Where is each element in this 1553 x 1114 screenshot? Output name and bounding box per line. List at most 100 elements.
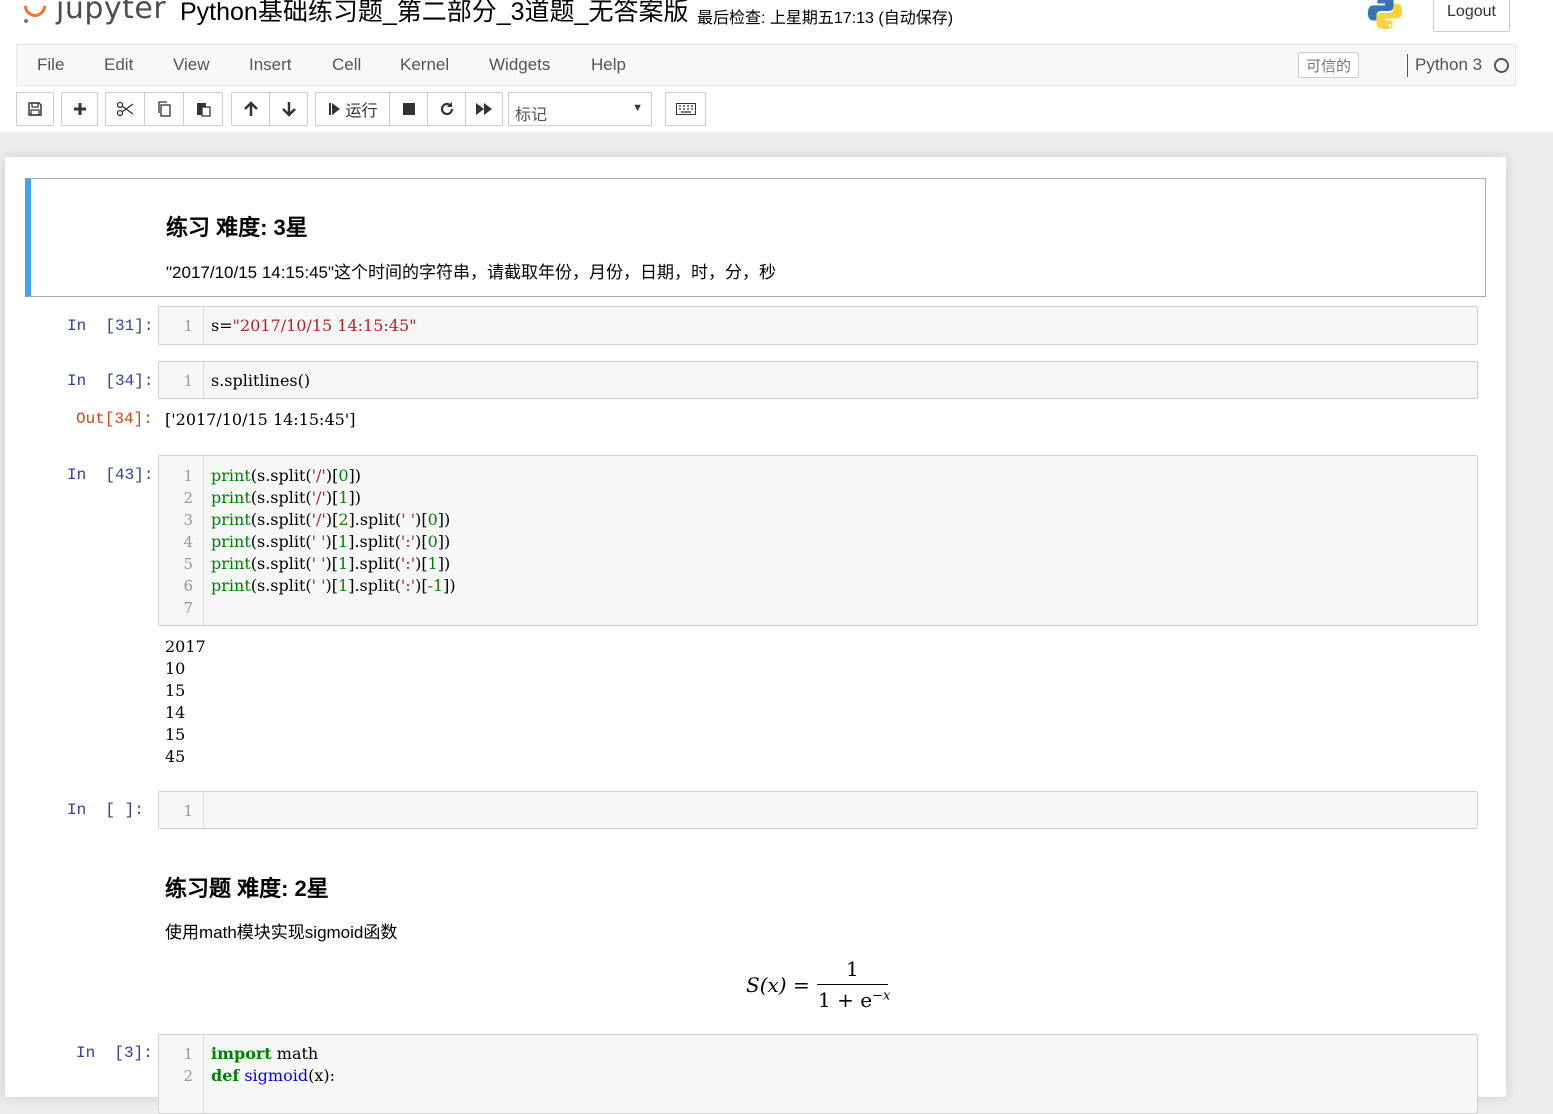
restart-run-all-button[interactable] [465, 92, 503, 126]
output-line: 15 [165, 725, 185, 744]
kernel-name: Python 3 [1415, 55, 1482, 75]
output-line: 2017 [165, 637, 206, 656]
stop-icon [402, 102, 416, 116]
cell-heading: 练习 难度: 3星 [166, 210, 308, 242]
line-number-gutter: 1 2 [159, 1035, 204, 1113]
jupyter-logo[interactable]: jupyter [22, 0, 166, 28]
input-prompt: In [31]: [67, 317, 153, 335]
input-prompt: In [43]: [67, 466, 153, 484]
output-prompt: Out[34]: [76, 410, 153, 428]
menu-file[interactable]: File [37, 55, 64, 75]
line-number: 2 [183, 1067, 193, 1085]
line-number-gutter: 1 [159, 362, 204, 398]
markdown-cell-selected[interactable]: 练习 难度: 3星 "2017/10/15 14:15:45"这个时间的字符串，… [25, 178, 1486, 297]
line-number: 2 [183, 489, 193, 507]
line-number: 1 [183, 802, 193, 820]
code-line: print(s.split('/')[1]) [211, 488, 361, 507]
cut-button[interactable] [105, 92, 145, 126]
menu-kernel[interactable]: Kernel [400, 55, 449, 75]
formula-denominator: 1 + e−x [818, 988, 890, 1012]
step-forward-icon [327, 102, 341, 116]
line-number-gutter: 1 [159, 307, 204, 344]
kernel-idle-icon [1494, 58, 1509, 73]
code-input[interactable]: 1 2 import math def sigmoid(x): [158, 1034, 1478, 1114]
interrupt-button[interactable] [389, 92, 428, 126]
code-line: print(s.split('/')[2].split(' ')[0]) [211, 510, 450, 529]
cell-text: "2017/10/15 14:15:45"这个时间的字符串，请截取年份，月份，日… [166, 258, 776, 283]
code-line: print(s.split(' ')[1].split(':')[-1]) [211, 576, 456, 595]
code-line: def sigmoid(x): [211, 1066, 335, 1085]
plus-icon [73, 102, 87, 116]
menu-view[interactable]: View [173, 55, 210, 75]
line-number: 1 [183, 317, 193, 335]
move-up-button[interactable] [231, 92, 270, 126]
paste-button[interactable] [183, 92, 223, 126]
paste-icon [195, 101, 211, 117]
menubar: File Edit View Insert Cell Kernel Widget… [16, 44, 1516, 86]
cell-output: ['2017/10/15 14:15:45'] [165, 410, 355, 429]
line-number: 3 [183, 511, 193, 529]
line-number: 1 [183, 467, 193, 485]
code-line: print(s.split('/')[0]) [211, 466, 361, 485]
input-prompt: In [ ]: [67, 801, 144, 819]
keyboard-icon [676, 103, 696, 115]
code-input[interactable]: 1 s="2017/10/15 14:15:45" [158, 306, 1478, 345]
arrow-down-icon [281, 101, 297, 117]
logout-button[interactable]: Logout [1433, 0, 1510, 32]
line-number-gutter: 1 2 3 4 5 6 7 [159, 456, 204, 625]
line-number-gutter: 1 [159, 792, 204, 828]
kernel-separator [1407, 54, 1408, 77]
line-number: 1 [183, 372, 193, 390]
code-input[interactable]: 1 s.splitlines() [158, 361, 1478, 399]
output-line: 45 [165, 747, 185, 766]
python-logo-icon [1366, 0, 1404, 32]
code-input[interactable]: 1 2 3 4 5 6 7 print(s.split('/')[0]) pri… [158, 455, 1478, 626]
cell-heading: 练习题 难度: 2星 [165, 871, 329, 903]
code-line: import math [211, 1044, 318, 1063]
formula-numerator: 1 [846, 957, 859, 981]
run-button[interactable]: 运行 [315, 92, 390, 126]
formula-lhs: S(x) = [746, 973, 810, 997]
code-line: print(s.split(' ')[1].split(':')[1]) [211, 554, 450, 573]
code-input[interactable]: 1 [158, 791, 1478, 829]
copy-icon [156, 101, 172, 117]
checkpoint-status: 最后检查: 上星期五17:13 (自动保存) [697, 4, 953, 28]
line-number: 7 [183, 599, 193, 617]
menu-insert[interactable]: Insert [249, 55, 292, 75]
save-icon [27, 101, 43, 117]
save-button[interactable] [16, 92, 54, 126]
input-prompt: In [34]: [67, 372, 153, 390]
output-line: 15 [165, 681, 185, 700]
menu-widgets[interactable]: Widgets [489, 55, 550, 75]
notebook-container: 练习 难度: 3星 "2017/10/15 14:15:45"这个时间的字符串，… [5, 157, 1506, 1097]
cell-text: 使用math模块实现sigmoid函数 [165, 918, 397, 943]
line-number: 1 [183, 1045, 193, 1063]
trusted-indicator[interactable]: 可信的 [1298, 52, 1359, 78]
command-palette-button[interactable] [665, 92, 706, 126]
fraction-bar [817, 984, 888, 985]
code-line: print(s.split(' ')[1].split(':')[0]) [211, 532, 450, 551]
notebook-title[interactable]: Python基础练习题_第二部分_3道题_无答案版 [180, 0, 688, 28]
scissors-icon [116, 101, 134, 117]
restart-button[interactable] [427, 92, 466, 126]
line-number: 4 [183, 533, 193, 551]
menu-edit[interactable]: Edit [104, 55, 133, 75]
refresh-icon [439, 101, 455, 117]
copy-button[interactable] [144, 92, 184, 126]
run-label: 运行 [345, 97, 377, 121]
line-number: 6 [183, 577, 193, 595]
output-line: 10 [165, 659, 185, 678]
cell-type-select[interactable]: 标记 ▼ [508, 92, 652, 126]
input-prompt: In [3]: [76, 1044, 153, 1062]
insert-cell-button[interactable] [61, 92, 98, 126]
cell-type-value: 标记 [515, 101, 547, 125]
menu-help[interactable]: Help [591, 55, 626, 75]
menu-cell[interactable]: Cell [332, 55, 361, 75]
fast-forward-icon [475, 102, 493, 116]
jupyter-logo-icon [22, 0, 48, 21]
header: jupyter Python基础练习题_第二部分_3道题_无答案版 最后检查: … [0, 0, 1553, 132]
move-down-button[interactable] [269, 92, 308, 126]
code-line: s.splitlines() [211, 371, 310, 390]
line-number: 5 [183, 555, 193, 573]
arrow-up-icon [243, 101, 259, 117]
